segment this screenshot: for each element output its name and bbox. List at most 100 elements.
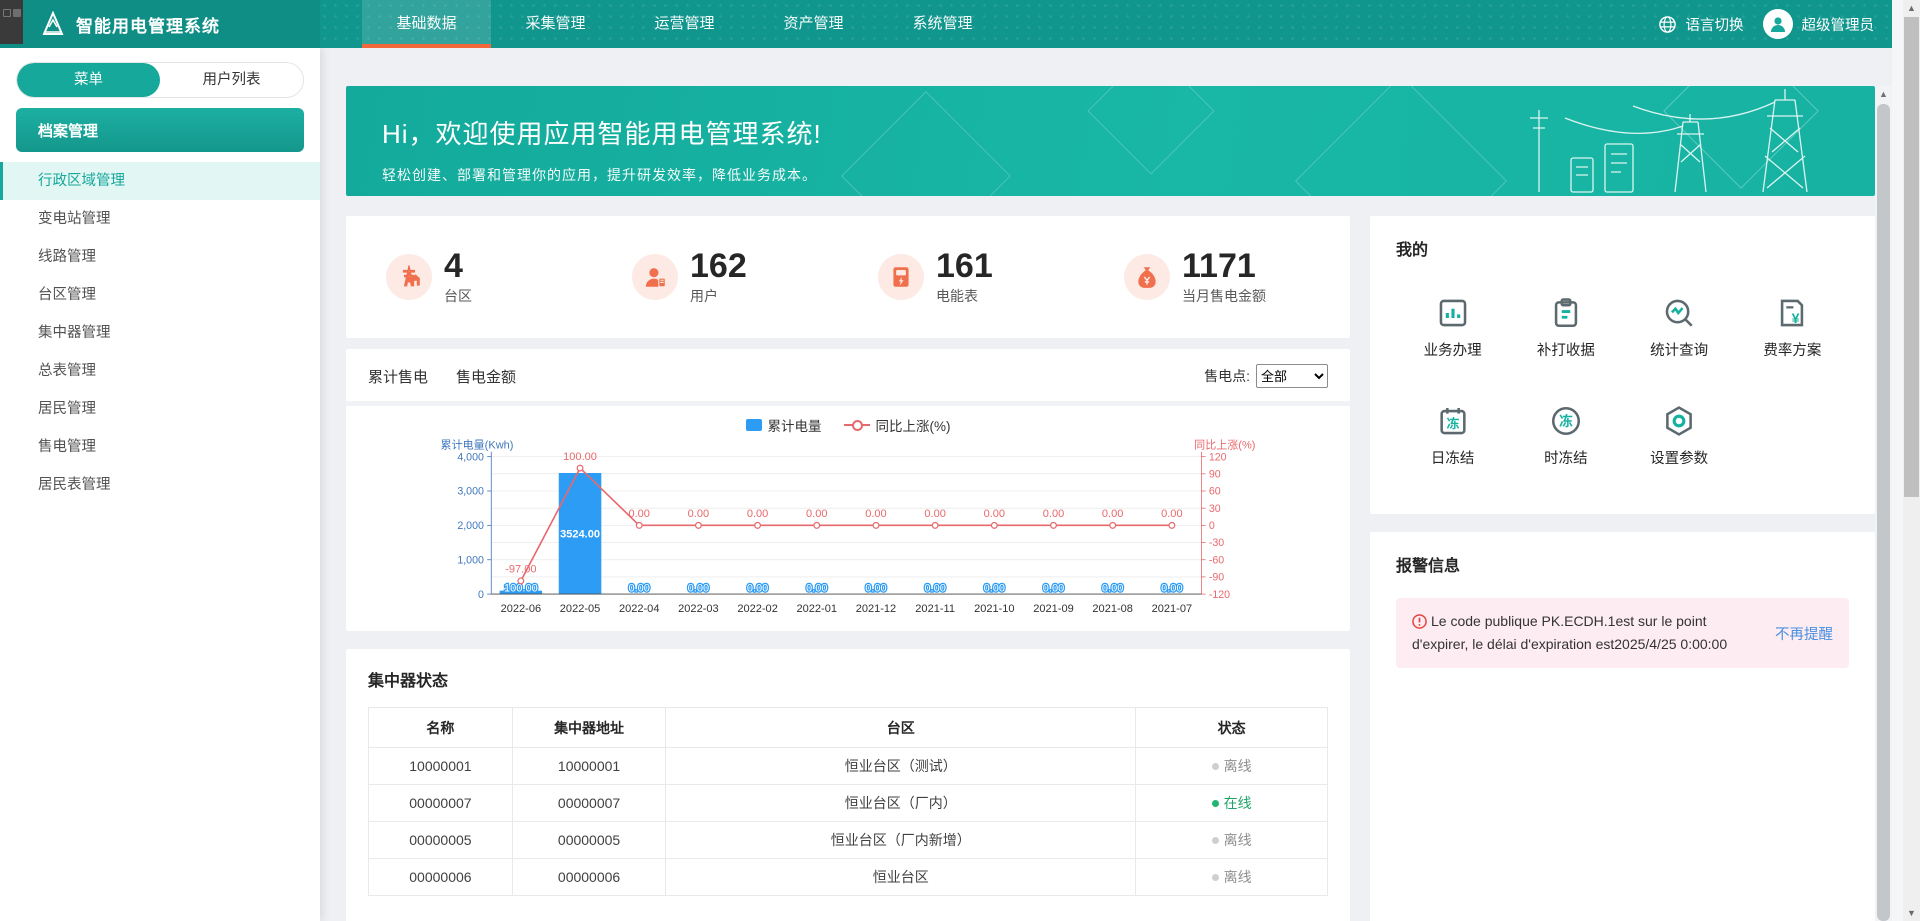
svg-text:2022-04: 2022-04: [619, 603, 659, 615]
svg-text:2021-12: 2021-12: [856, 603, 896, 615]
language-switch[interactable]: 语言切换: [1686, 14, 1744, 35]
shortcut-rate-plan[interactable]: ¥ 费率方案: [1736, 296, 1849, 360]
svg-text:1,000: 1,000: [457, 554, 484, 566]
sidebar-item-admin-region[interactable]: 行政区域管理: [0, 162, 320, 200]
nav-item-collection[interactable]: 采集管理: [491, 0, 620, 48]
app-header: 智能用电管理系统 基础数据 采集管理 运营管理 资产管理 系统管理 语言切换 超…: [0, 0, 1892, 48]
table-row: 00000007 00000007 恒业台区（厂内） 在线: [369, 785, 1328, 822]
svg-text:-30: -30: [1209, 537, 1224, 549]
sidebar-item-sales[interactable]: 售电管理: [0, 428, 320, 466]
globe-icon[interactable]: [1658, 15, 1677, 34]
scroll-up-icon[interactable]: ▲: [1903, 3, 1920, 13]
current-user[interactable]: 超级管理员: [1802, 14, 1875, 35]
legend-cumulative-energy[interactable]: 累计电量: [746, 415, 822, 435]
nav-item-assets[interactable]: 资产管理: [749, 0, 878, 48]
alarm-message: Le code publique PK.ECDH.1est sur le poi…: [1412, 613, 1727, 652]
tab-menu[interactable]: 菜单: [17, 63, 160, 97]
window-scrollbar-thumb[interactable]: [1904, 17, 1919, 497]
shortcut-daily-freeze[interactable]: 冻 日冻结: [1396, 404, 1509, 468]
legend-yoy-growth[interactable]: 同比上涨(%): [844, 415, 951, 435]
svg-text:0.00: 0.00: [1161, 508, 1182, 520]
stats-search-icon: [1662, 296, 1696, 330]
alarm-panel-title: 报警信息: [1396, 552, 1849, 576]
nav-item-system[interactable]: 系统管理: [878, 0, 1007, 48]
status-cell-0: 离线: [1136, 748, 1328, 785]
sidebar-item-line[interactable]: 线路管理: [0, 238, 320, 276]
svg-text:0: 0: [1209, 520, 1215, 532]
svg-text:0.00: 0.00: [865, 508, 886, 520]
svg-text:0.00: 0.00: [747, 508, 768, 520]
table-row: 00000005 00000005 恒业台区（厂内新增） 离线: [369, 822, 1328, 859]
shortcut-business-handling[interactable]: 业务办理: [1396, 296, 1509, 360]
status-dot: [1212, 837, 1219, 844]
top-navigation: 基础数据 采集管理 运营管理 资产管理 系统管理: [362, 0, 1007, 48]
svg-text:2021-10: 2021-10: [974, 603, 1014, 615]
stat-value: 4: [444, 249, 472, 283]
tab-user-list[interactable]: 用户列表: [160, 63, 303, 97]
sidebar-item-substation[interactable]: 变电站管理: [0, 200, 320, 238]
svg-text:90: 90: [1209, 469, 1221, 481]
sidebar: 菜单 用户列表 档案管理 行政区域管理 变电站管理 线路管理 台区管理 集中器管…: [0, 48, 320, 921]
tower-icon: [386, 254, 432, 300]
svg-text:2022-01: 2022-01: [797, 603, 837, 615]
dismiss-reminder-link[interactable]: 不再提醒: [1775, 623, 1833, 644]
sidebar-item-resident[interactable]: 居民管理: [0, 390, 320, 428]
scroll-down-icon[interactable]: ▼: [1903, 908, 1920, 918]
svg-text:0.00: 0.00: [806, 583, 827, 595]
scroll-up-icon[interactable]: ▲: [1875, 89, 1892, 99]
concentrator-status-title: 集中器状态: [346, 667, 1350, 707]
shortcut-grid: 业务办理 补打收据: [1396, 296, 1849, 468]
svg-text:2021-11: 2021-11: [915, 603, 955, 615]
business-chart-icon: [1436, 296, 1470, 330]
status-badge: 离线: [1224, 758, 1252, 774]
svg-text:0.00: 0.00: [865, 583, 886, 595]
svg-text:2021-08: 2021-08: [1092, 603, 1132, 615]
daily-freeze-icon: 冻: [1436, 404, 1470, 438]
svg-text:4,000: 4,000: [457, 451, 484, 463]
my-panel-title: 我的: [1396, 236, 1849, 260]
sidebar-group-archives[interactable]: 档案管理: [16, 108, 304, 152]
tab-sales-amount[interactable]: 售电金额: [456, 366, 516, 387]
receipt-icon: [1549, 296, 1583, 330]
col-name: 名称: [369, 708, 513, 748]
shortcut-set-parameters[interactable]: 设置参数: [1623, 404, 1736, 468]
svg-text:冻: 冻: [1446, 416, 1459, 431]
content-scrollbar-thumb[interactable]: [1877, 104, 1890, 921]
stat-label: 用户: [690, 286, 747, 306]
money-bag-icon: [1124, 254, 1170, 300]
svg-text:0.00: 0.00: [1043, 583, 1064, 595]
sales-chart-card: 累计售电 售电金额 售电点: 全部 累计电量: [346, 349, 1350, 631]
nav-item-basic-data[interactable]: 基础数据: [362, 0, 491, 48]
stat-label: 当月售电金额: [1182, 286, 1266, 306]
svg-text:120: 120: [1209, 451, 1227, 463]
sidebar-item-station-area[interactable]: 台区管理: [0, 276, 320, 314]
nav-item-operation[interactable]: 运营管理: [620, 0, 749, 48]
banner-subtitle: 轻松创建、部署和管理你的应用，提升研发效率，降低业务成本。: [382, 165, 1875, 185]
sales-point-select[interactable]: 全部: [1256, 364, 1328, 388]
stat-value: 162: [690, 249, 747, 283]
shortcut-hourly-freeze[interactable]: 冻 时冻结: [1509, 404, 1622, 468]
avatar[interactable]: [1763, 9, 1793, 39]
shortcut-reprint-receipt[interactable]: 补打收据: [1509, 296, 1622, 360]
status-cell-2: 离线: [1136, 822, 1328, 859]
svg-text:-90: -90: [1209, 572, 1224, 584]
svg-text:0.00: 0.00: [924, 583, 945, 595]
tab-cumulative-sales[interactable]: 累计售电: [368, 366, 428, 387]
svg-text:-120: -120: [1209, 589, 1230, 601]
content-scrollbar[interactable]: ▲: [1875, 86, 1892, 921]
svg-text:0.00: 0.00: [628, 583, 649, 595]
shortcut-statistics-query[interactable]: 统计查询: [1623, 296, 1736, 360]
window-scrollbar[interactable]: ▲ ▼: [1903, 0, 1920, 921]
sidebar-item-resident-meter[interactable]: 居民表管理: [0, 466, 320, 504]
sidebar-item-concentrator[interactable]: 集中器管理: [0, 314, 320, 352]
svg-text:0.00: 0.00: [628, 508, 649, 520]
sidebar-item-master-meter[interactable]: 总表管理: [0, 352, 320, 390]
svg-text:2,000: 2,000: [457, 520, 484, 532]
stat-monthly-sales: 1171 当月售电金额: [1094, 249, 1340, 306]
stats-card: 4 台区 162 用户: [346, 216, 1350, 338]
svg-text:60: 60: [1209, 486, 1221, 498]
meter-icon: [878, 254, 924, 300]
stat-users: 162 用户: [602, 249, 848, 306]
svg-text:0.00: 0.00: [1161, 583, 1182, 595]
table-row: 10000001 10000001 恒业台区（测试） 离线: [369, 748, 1328, 785]
